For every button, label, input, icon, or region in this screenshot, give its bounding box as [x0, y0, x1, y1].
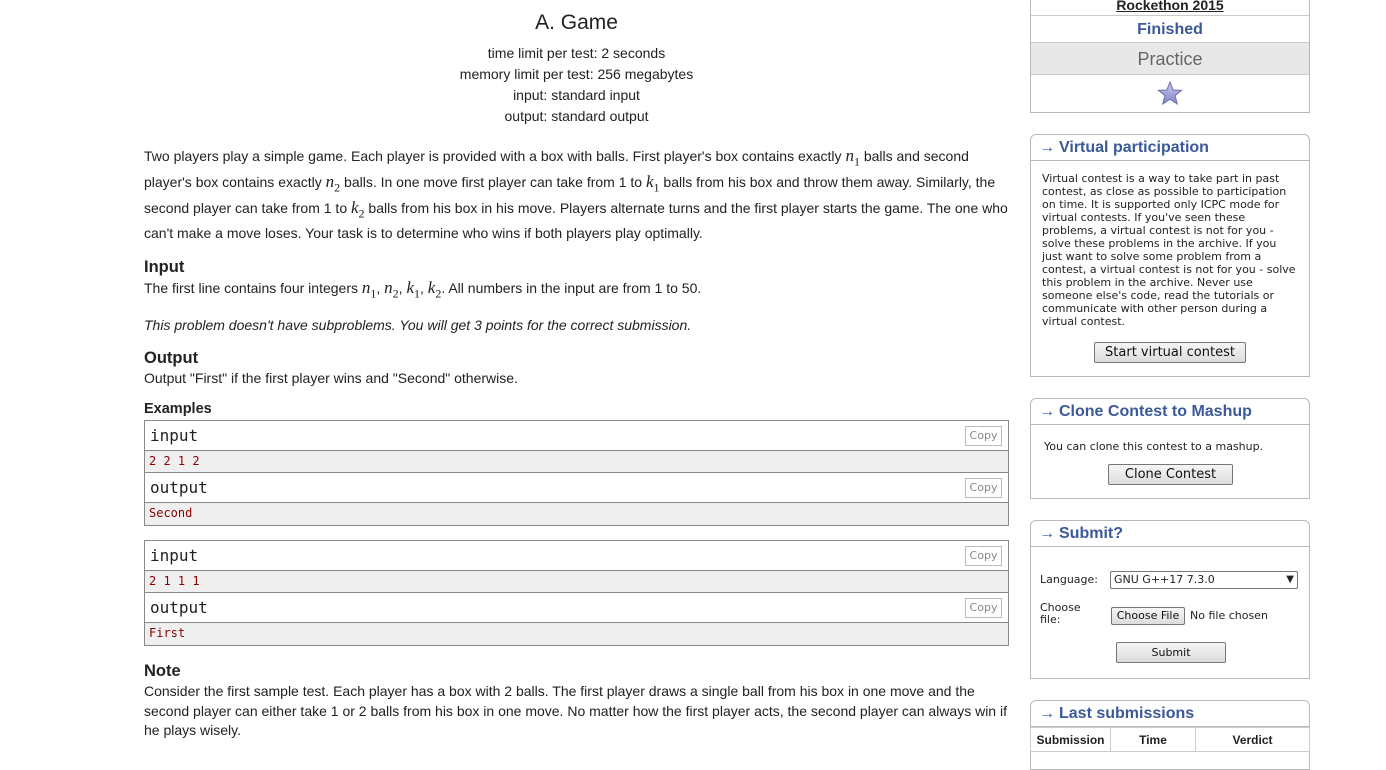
- input-file: input: standard input: [513, 87, 640, 103]
- choose-file-label: Choose file:: [1040, 601, 1081, 626]
- column-time: Time: [1110, 727, 1196, 752]
- example-input-label: input: [150, 546, 199, 566]
- arrow-right-icon: →: [1039, 525, 1055, 542]
- last-submissions-box: → Last submissions Submission Time Verdic…: [1030, 700, 1310, 770]
- submit-box: → Submit? Language: GNU G++17 7.3.0 ▼ Cho…: [1030, 520, 1310, 679]
- example-1: input Copy 2 2 1 2 output Copy Second: [144, 420, 1009, 527]
- input-section-text: The first line contains four integers n1…: [144, 277, 702, 300]
- submit-button[interactable]: Submit: [1116, 642, 1226, 663]
- start-virtual-contest-button[interactable]: Start virtual contest: [1094, 342, 1246, 363]
- problem-legend: Two players play a simple game. Each pla…: [144, 146, 1008, 241]
- example-output-value: First: [145, 623, 1008, 646]
- copy-input-button[interactable]: Copy: [965, 546, 1002, 567]
- example-output-label: output: [150, 598, 208, 618]
- example-input-value: 2 2 1 2: [145, 451, 1008, 474]
- input-section-title: Input: [144, 257, 185, 276]
- output-file: output: standard output: [504, 108, 649, 124]
- last-submissions-caption: → Last submissions: [1031, 701, 1309, 727]
- time-limit: time limit per test: 2 seconds: [487, 45, 666, 61]
- language-selected-value: GNU G++17 7.3.0: [1114, 573, 1215, 586]
- note-section-text: Consider the first sample test. Each pla…: [144, 683, 1007, 739]
- language-label: Language:: [1040, 573, 1098, 586]
- copy-output-button[interactable]: Copy: [965, 598, 1002, 619]
- chevron-down-icon: ▼: [1286, 574, 1294, 585]
- last-submissions-table: Submission Time Verdict: [1030, 727, 1310, 752]
- language-select[interactable]: GNU G++17 7.3.0 ▼: [1110, 571, 1298, 589]
- note-section-title: Note: [144, 662, 181, 681]
- example-input-header: input Copy: [145, 421, 1008, 452]
- column-submission: Submission: [1030, 727, 1111, 752]
- example-output-label: output: [150, 478, 208, 498]
- clone-contest-button[interactable]: Clone Contest: [1108, 464, 1233, 485]
- virtual-description: Virtual contest is a way to take part in…: [1042, 172, 1296, 328]
- choose-file-button[interactable]: Choose File: [1111, 607, 1185, 625]
- contest-info-box: Rockethon 2015 Finished Practice: [1030, 0, 1310, 113]
- example-input-value: 2 1 1 1: [145, 571, 1008, 594]
- example-output-value: Second: [145, 503, 1008, 526]
- favourite-star[interactable]: [1031, 75, 1309, 112]
- memory-limit: memory limit per test: 256 megabytes: [459, 66, 694, 82]
- no-file-chosen-text: No file chosen: [1190, 609, 1268, 622]
- submit-caption: → Submit?: [1031, 521, 1309, 547]
- examples-title: Examples: [144, 401, 212, 418]
- sidebar: Rockethon 2015 Finished Practice → Virtua…: [1030, 0, 1310, 770]
- contest-mode: Practice: [1031, 43, 1309, 75]
- example-2: input Copy 2 1 1 1 output Copy First: [144, 540, 1009, 647]
- problem-limits: time limit per test: 2 seconds memory li…: [144, 43, 1009, 127]
- arrow-right-icon: →: [1039, 403, 1055, 420]
- virtual-caption: → Virtual participation: [1031, 135, 1309, 161]
- copy-input-button[interactable]: Copy: [965, 426, 1002, 447]
- column-verdict: Verdict: [1195, 727, 1310, 752]
- subproblems-note: This problem doesn't have subproblems. Y…: [144, 316, 692, 333]
- example-input-header: input Copy: [145, 541, 1008, 572]
- arrow-right-icon: →: [1039, 139, 1055, 156]
- copy-output-button[interactable]: Copy: [965, 478, 1002, 499]
- problem-statement: A. Game time limit per test: 2 seconds m…: [144, 0, 1009, 741]
- arrow-right-icon: →: [1039, 705, 1055, 722]
- example-input-label: input: [150, 426, 199, 446]
- output-section-text: Output "First" if the first player wins …: [144, 369, 518, 386]
- output-section-title: Output: [144, 348, 199, 367]
- clone-contest-box: → Clone Contest to Mashup You can clone t…: [1030, 398, 1310, 499]
- contest-name-link[interactable]: Rockethon 2015: [1031, 0, 1309, 16]
- example-output-header: output Copy: [145, 473, 1008, 504]
- example-output-header: output Copy: [145, 593, 1008, 624]
- clone-caption: → Clone Contest to Mashup: [1031, 399, 1309, 425]
- star-icon[interactable]: [1157, 81, 1183, 106]
- clone-description: You can clone this contest to a mashup.: [1044, 440, 1264, 453]
- problem-title: A. Game: [535, 11, 618, 34]
- contest-status: Finished: [1031, 16, 1309, 43]
- virtual-participation-box: → Virtual participation Virtual contest i…: [1030, 134, 1310, 377]
